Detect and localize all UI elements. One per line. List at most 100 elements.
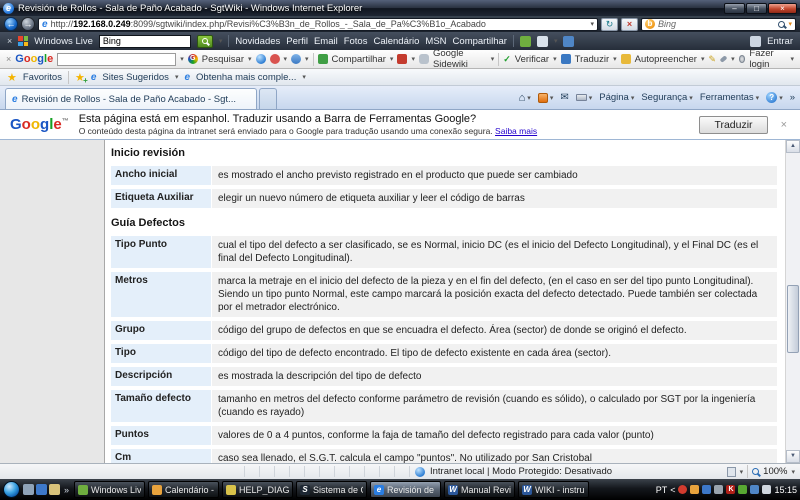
favorites-button[interactable]: Favoritos (23, 72, 62, 83)
get-more-addons-button[interactable]: Obtenha mais comple... (196, 72, 296, 83)
scroll-up-button[interactable]: ▲ (786, 140, 800, 153)
taskbar-button-windows-live[interactable]: Windows Liv... (74, 481, 145, 498)
pagerank-icon[interactable] (397, 54, 407, 64)
quick-launch-icon-1[interactable] (23, 484, 34, 495)
live-mail-icon[interactable] (537, 36, 548, 47)
stop-button[interactable]: × (621, 18, 638, 31)
language-indicator[interactable]: PT (656, 485, 668, 495)
live-search-input[interactable] (99, 35, 191, 48)
taskbar-button-revision-active[interactable]: eRevisión de ... (370, 481, 441, 498)
read-mail-icon[interactable]: ✉ (560, 92, 568, 103)
share-dropdown-icon[interactable]: ▾ (390, 55, 394, 63)
vertical-scrollbar[interactable]: ▲ ▼ (785, 140, 800, 463)
live-toolbar-close-icon[interactable]: × (7, 36, 12, 46)
taskbar-button-help-diag[interactable]: HELP_DIAG... (222, 481, 293, 498)
translate-bar-close-icon[interactable]: × (778, 119, 790, 131)
suggested-sites-dropdown-icon[interactable]: ▾ (175, 73, 179, 81)
live-link-compartilhar[interactable]: Compartilhar (453, 36, 507, 47)
command-overflow-icon[interactable]: » (790, 92, 795, 103)
antivirus-icon[interactable]: K (726, 485, 735, 494)
live-link-email[interactable]: Email (314, 36, 338, 47)
bookmark-icon[interactable] (270, 54, 280, 64)
tray-app-icon[interactable] (690, 485, 699, 494)
verificar-button[interactable]: Verificar (515, 54, 549, 65)
security-menu[interactable]: Segurança▾ (641, 92, 692, 103)
close-button[interactable]: × (768, 3, 797, 14)
sidewiki-button[interactable]: Google Sidewiki (433, 48, 487, 70)
tab-active[interactable]: e Revisión de Rollos - Sala de Paño Acab… (5, 88, 257, 109)
print-button[interactable]: ▾ (576, 94, 593, 102)
live-link-perfil[interactable]: Perfil (286, 36, 308, 47)
live-search-dropdown-icon[interactable]: ▾ (219, 37, 223, 45)
autopreencher-button[interactable]: Autopreencher (635, 54, 697, 65)
new-tab-button[interactable] (259, 88, 277, 109)
plus-icon[interactable] (291, 54, 301, 64)
google-search-input[interactable] (57, 53, 176, 66)
tools-menu[interactable]: Ferramentas▾ (700, 92, 759, 103)
tray-device-icon[interactable] (714, 485, 723, 494)
suggested-sites-button[interactable]: Sites Sugeridos (102, 72, 169, 83)
google-toolbar-close-icon[interactable]: × (6, 54, 11, 64)
help-menu[interactable]: ?▾ (766, 92, 783, 103)
quick-launch-icon-2[interactable] (36, 484, 47, 495)
network-icon[interactable] (750, 485, 759, 494)
traduzir-button[interactable]: Traduzir (699, 116, 767, 134)
get-more-dropdown-icon[interactable]: ▾ (302, 73, 306, 81)
quick-launch-overflow-icon[interactable]: » (62, 485, 71, 495)
security-shield-icon[interactable] (678, 485, 687, 494)
compatibility-view-icon[interactable] (727, 467, 736, 477)
autopreencher-dropdown-icon[interactable]: ▾ (701, 55, 705, 63)
address-field[interactable]: e http://192.168.0.249:8099/sgtwiki/inde… (38, 18, 598, 31)
live-messenger-icon[interactable] (563, 36, 574, 47)
taskbar-button-manual[interactable]: WManual Revi... (444, 481, 515, 498)
refresh-button[interactable]: ↻ (601, 18, 618, 31)
live-link-msn[interactable]: MSN (425, 36, 446, 47)
taskbar-button-wiki[interactable]: WWIKI - instru... (518, 481, 589, 498)
globe-icon[interactable] (256, 54, 266, 64)
zoom-dropdown-icon[interactable]: ▾ (791, 468, 795, 476)
compatibility-dropdown-icon[interactable]: ▾ (740, 468, 744, 476)
scroll-down-button[interactable]: ▼ (786, 450, 800, 463)
search-options-dropdown-icon[interactable]: ▾ (788, 20, 792, 28)
fazer-login-button[interactable]: Fazer login (749, 48, 786, 70)
feeds-button[interactable]: ▾ (538, 93, 554, 103)
taskbar-button-sistema[interactable]: SSistema de G... (296, 481, 367, 498)
tray-users-icon[interactable] (702, 485, 711, 494)
pesquisar-button[interactable]: Pesquisar (202, 54, 244, 65)
scroll-thumb[interactable] (787, 285, 799, 353)
google-search-dropdown-icon[interactable]: ▾ (180, 55, 184, 63)
minimize-button[interactable]: – (724, 3, 745, 14)
search-box[interactable]: b ▾ (641, 18, 796, 31)
bookmark-dropdown-icon[interactable]: ▾ (284, 55, 288, 63)
taskbar-button-calendario[interactable]: Calendário - ... (148, 481, 219, 498)
quick-launch-icon-3[interactable] (49, 484, 60, 495)
live-link-calendario[interactable]: Calendário (373, 36, 419, 47)
plus-dropdown-icon[interactable]: ▾ (305, 55, 309, 63)
pagerank-dropdown-icon[interactable]: ▾ (411, 55, 415, 63)
volume-icon[interactable] (762, 485, 771, 494)
start-button[interactable] (3, 481, 20, 498)
tray-expand-icon[interactable]: < (670, 485, 675, 495)
pesquisar-dropdown-icon[interactable]: ▾ (248, 55, 252, 63)
live-search-button[interactable] (197, 35, 213, 48)
traduzir-dropdown-icon[interactable]: ▾ (613, 55, 617, 63)
wrench-icon[interactable] (720, 55, 728, 63)
zoom-level[interactable]: 100% (763, 466, 787, 477)
verificar-dropdown-icon[interactable]: ▾ (553, 55, 557, 63)
live-photo-icon[interactable] (520, 36, 531, 47)
sidewiki-dropdown-icon[interactable]: ▾ (491, 55, 495, 63)
clock[interactable]: 15:15 (774, 485, 797, 495)
home-button[interactable]: ⌂▾ (519, 92, 531, 104)
saiba-mais-link[interactable]: Saiba mais (495, 126, 537, 136)
forward-button[interactable]: → (21, 17, 35, 31)
login-dropdown-icon[interactable]: ▾ (790, 55, 794, 63)
battery-icon[interactable] (738, 485, 747, 494)
highlighter-icon[interactable]: ✎ (708, 54, 716, 65)
wrench-dropdown-icon[interactable]: ▾ (731, 55, 735, 63)
live-icon-dropdown-icon[interactable]: ▾ (554, 37, 558, 45)
maximize-button[interactable]: □ (746, 3, 767, 14)
live-link-novidades[interactable]: Novidades (235, 36, 280, 47)
back-button[interactable]: ← (4, 17, 18, 31)
search-icon[interactable] (778, 21, 785, 28)
share-button[interactable]: Compartilhar (332, 54, 386, 65)
